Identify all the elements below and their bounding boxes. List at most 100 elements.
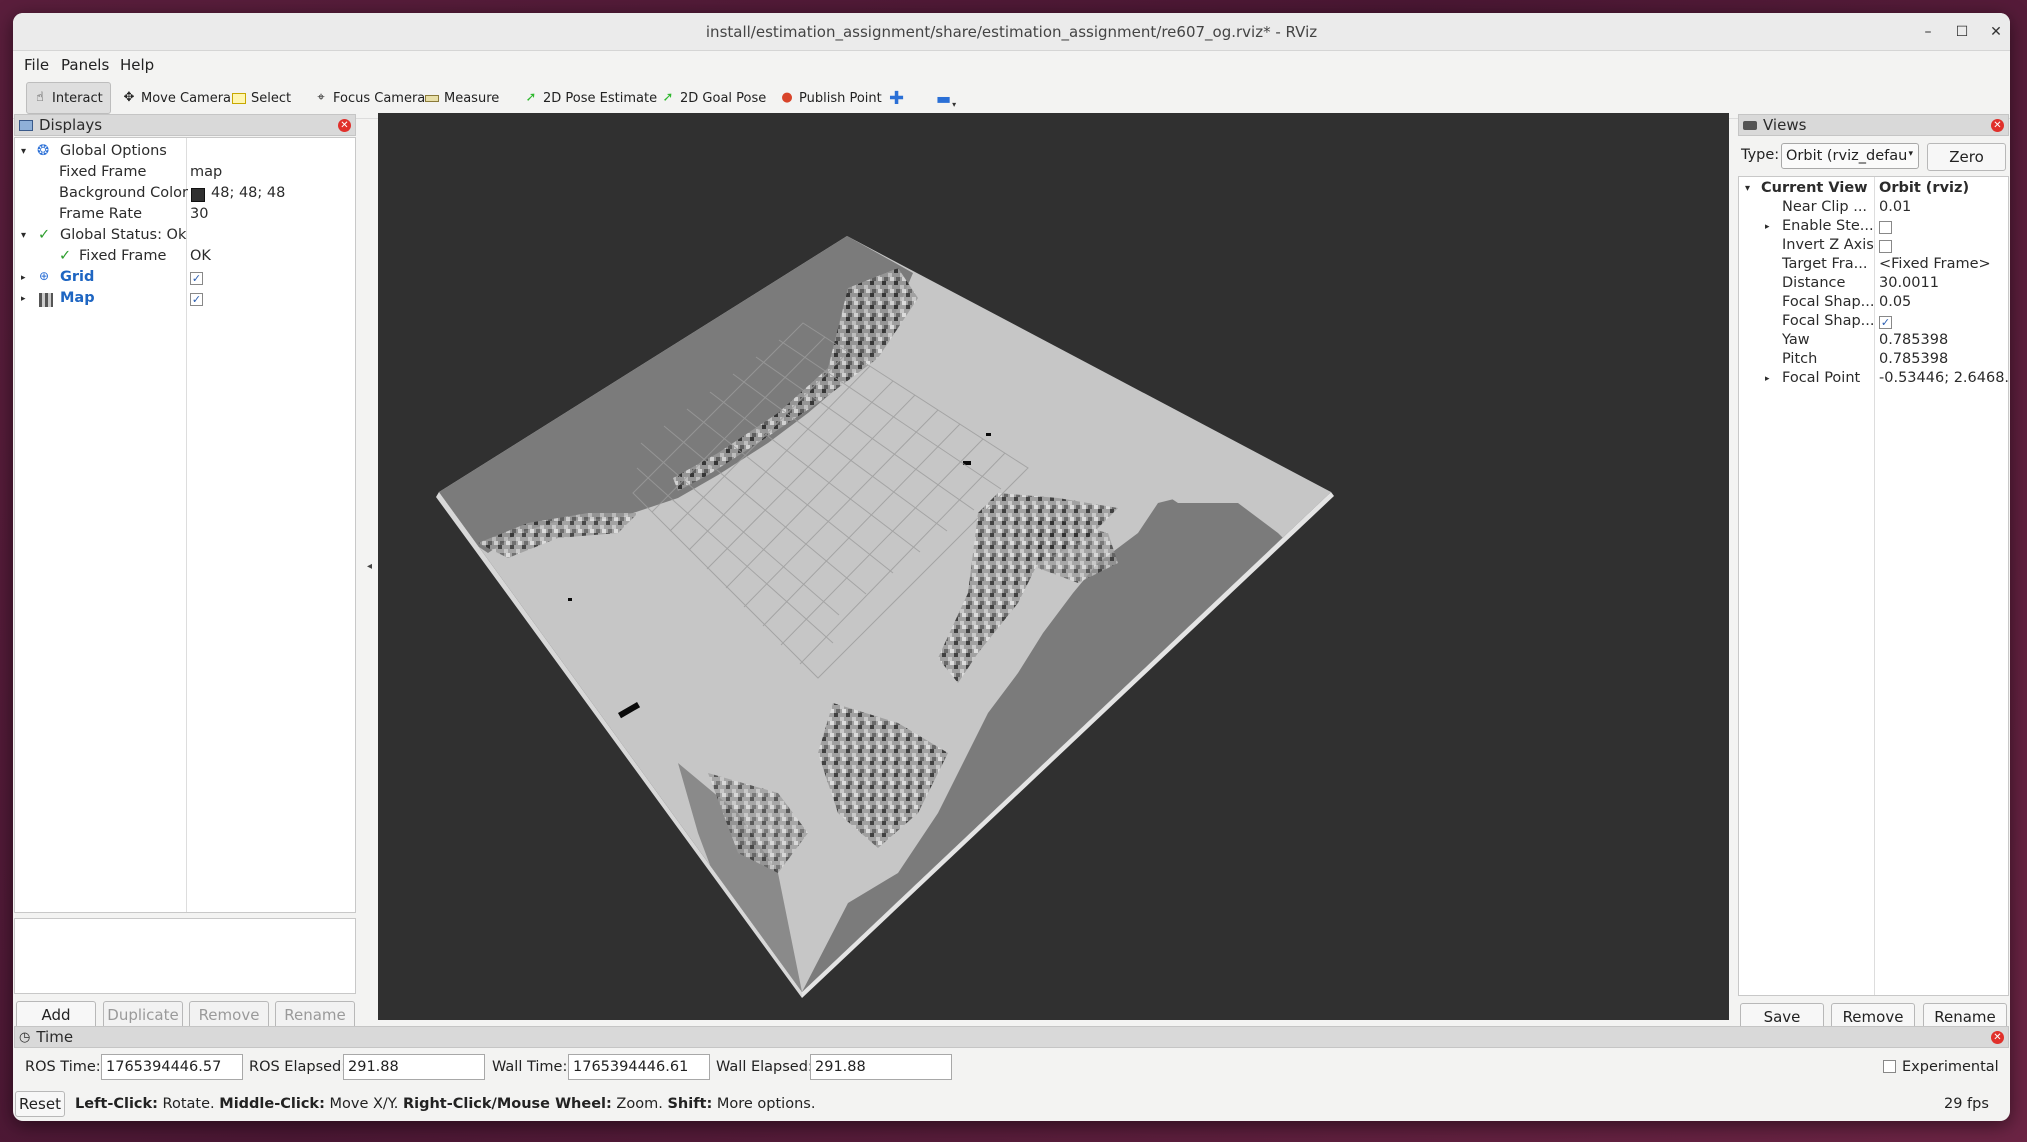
pose-estimate-button[interactable]: ➚ 2D Pose Estimate: [518, 82, 663, 114]
map-label: Map: [60, 290, 95, 306]
measure-button[interactable]: Measure: [419, 82, 505, 114]
global-options-label: Global Options: [60, 143, 167, 159]
remove-tool-button[interactable]: ▬ ▾: [930, 82, 962, 114]
fixed-frame-value[interactable]: map: [190, 164, 222, 180]
focus-camera-button[interactable]: ⌖ Focus Camera: [308, 82, 431, 114]
focal-shape-fixed-checkbox[interactable]: ✓: [1879, 316, 1892, 329]
background-color-row[interactable]: Background Color 48; 48; 48: [15, 185, 357, 206]
view-prop-row[interactable]: Focal Shap... 0.05: [1739, 294, 2010, 315]
invert-z-checkbox[interactable]: [1879, 240, 1892, 253]
collapsed-arrow-icon[interactable]: ▸: [1765, 374, 1770, 384]
duplicate-display-button[interactable]: Duplicate: [103, 1001, 183, 1029]
add-display-button[interactable]: Add: [16, 1001, 96, 1029]
close-panel-icon[interactable]: ✕: [1991, 1031, 2004, 1044]
yaw-label: Yaw: [1782, 332, 1810, 348]
target-frame-value[interactable]: <Fixed Frame>: [1879, 256, 1991, 272]
frame-rate-row[interactable]: Frame Rate 30: [15, 206, 357, 227]
collapsed-arrow-icon[interactable]: ▸: [1765, 222, 1770, 232]
global-status-row[interactable]: ▾ ✓ Global Status: Ok: [15, 227, 357, 248]
menu-panels[interactable]: Panels: [61, 56, 109, 74]
distance-label: Distance: [1782, 275, 1846, 291]
wall-elapsed-field[interactable]: 291.88: [810, 1054, 952, 1080]
view-prop-row[interactable]: Near Clip ... 0.01: [1739, 199, 2010, 220]
focal-point-value[interactable]: -0.53446; 2.6468...: [1879, 370, 2010, 386]
menu-file[interactable]: File: [24, 56, 49, 74]
views-panel-header: Views ✕: [1738, 114, 2009, 136]
experimental-checkbox[interactable]: [1883, 1060, 1896, 1073]
move-camera-label: Move Camera: [141, 90, 232, 106]
view-prop-row[interactable]: Target Fra... <Fixed Frame>: [1739, 256, 2010, 277]
grid-display-row[interactable]: ▸ ⊕ Grid ✓: [15, 269, 357, 290]
move-camera-icon: ✥: [123, 90, 135, 105]
frame-rate-value[interactable]: 30: [190, 206, 208, 222]
pitch-label: Pitch: [1782, 351, 1818, 367]
ros-elapsed-field[interactable]: 291.88: [343, 1054, 485, 1080]
enable-stereo-checkbox[interactable]: [1879, 221, 1892, 234]
interact-tool-button[interactable]: ☝ Interact: [26, 82, 111, 114]
pitch-value[interactable]: 0.785398: [1879, 351, 1948, 367]
expand-arrow-icon[interactable]: ▾: [21, 230, 26, 241]
close-icon[interactable]: ✕: [1985, 21, 2007, 43]
view-prop-row[interactable]: Pitch 0.785398: [1739, 351, 2010, 372]
view-type-label: Type:: [1741, 147, 1780, 163]
map-icon: [39, 293, 53, 307]
pose-estimate-label: 2D Pose Estimate: [543, 90, 658, 106]
collapsed-arrow-icon[interactable]: ▸: [21, 273, 26, 283]
distance-value[interactable]: 30.0011: [1879, 275, 1939, 291]
add-tool-button[interactable]: ✚: [883, 82, 910, 114]
goal-pose-button[interactable]: ➚ 2D Goal Pose: [655, 82, 772, 114]
move-camera-button[interactable]: ✥ Move Camera: [116, 82, 237, 114]
fixed-frame-row[interactable]: Fixed Frame map: [15, 164, 357, 185]
view-prop-row[interactable]: ▸ Focal Point -0.53446; 2.6468...: [1739, 370, 2010, 391]
view-prop-row[interactable]: Yaw 0.785398: [1739, 332, 2010, 353]
hand-pointer-icon: ☝: [36, 90, 44, 105]
view-prop-row[interactable]: Distance 30.0011: [1739, 275, 2010, 296]
close-panel-icon[interactable]: ✕: [1991, 119, 2004, 132]
yaw-value[interactable]: 0.785398: [1879, 332, 1948, 348]
map-enabled-checkbox[interactable]: ✓: [190, 293, 203, 306]
background-color-value[interactable]: 48; 48; 48: [211, 185, 285, 201]
ros-time-field[interactable]: 1765394446.57: [101, 1054, 243, 1080]
map-display-row[interactable]: ▸ Map ✓: [15, 290, 357, 311]
select-tool-button[interactable]: Select: [226, 82, 297, 114]
remove-display-button[interactable]: Remove: [189, 1001, 269, 1029]
rename-display-button[interactable]: Rename: [275, 1001, 355, 1029]
menu-help[interactable]: Help: [120, 56, 154, 74]
expand-arrow-icon[interactable]: ▾: [21, 146, 26, 157]
expand-arrow-icon[interactable]: ▾: [1745, 183, 1750, 194]
maximize-icon[interactable]: ☐: [1951, 21, 1973, 43]
close-panel-icon[interactable]: ✕: [338, 119, 351, 132]
current-view-row[interactable]: ▾ Current View Orbit (rviz): [1739, 180, 2010, 201]
gear-icon: ❂: [37, 143, 50, 159]
grid-enabled-checkbox[interactable]: ✓: [190, 272, 203, 285]
zero-view-button[interactable]: Zero: [1927, 143, 2006, 171]
3d-render-viewport[interactable]: [378, 113, 1729, 1020]
wall-time-field[interactable]: 1765394446.61: [568, 1054, 710, 1080]
grid-label: Grid: [60, 269, 95, 285]
status-fixed-frame-value: OK: [190, 248, 211, 264]
window-title: install/estimation_assignment/share/esti…: [705, 23, 1318, 41]
view-prop-row[interactable]: ▸ Enable Ste...: [1739, 218, 2010, 239]
view-prop-row[interactable]: Invert Z Axis: [1739, 237, 2010, 258]
left-click-desc: Rotate.: [157, 1096, 220, 1112]
view-prop-row[interactable]: Focal Shap... ✓: [1739, 313, 2010, 334]
color-swatch[interactable]: [191, 188, 205, 202]
invert-z-label: Invert Z Axis: [1782, 237, 1874, 253]
collapsed-arrow-icon[interactable]: ▸: [21, 294, 26, 304]
chevron-down-icon: ▾: [1908, 149, 1913, 159]
minimize-icon[interactable]: –: [1917, 21, 1939, 43]
reset-button[interactable]: Reset: [15, 1091, 65, 1117]
publish-point-button[interactable]: ● Publish Point: [774, 82, 888, 114]
green-arrow-icon: ➚: [525, 90, 537, 105]
checkmark-icon: ✓: [59, 248, 72, 264]
enable-stereo-label: Enable Ste...: [1782, 218, 1874, 234]
shift-desc: More options.: [712, 1096, 816, 1112]
near-clip-value[interactable]: 0.01: [1879, 199, 1911, 215]
ros-elapsed-label: ROS Elapsed:: [249, 1059, 347, 1075]
left-splitter-arrow-icon[interactable]: ◂: [367, 561, 372, 572]
status-fixed-frame-row[interactable]: ✓ Fixed Frame OK: [15, 248, 357, 269]
view-type-select[interactable]: Orbit (rviz_defau ▾: [1781, 143, 1919, 169]
focal-shape-size-value[interactable]: 0.05: [1879, 294, 1911, 310]
wall-time-label: Wall Time:: [492, 1059, 568, 1075]
global-options-row[interactable]: ▾ ❂ Global Options: [15, 143, 357, 164]
